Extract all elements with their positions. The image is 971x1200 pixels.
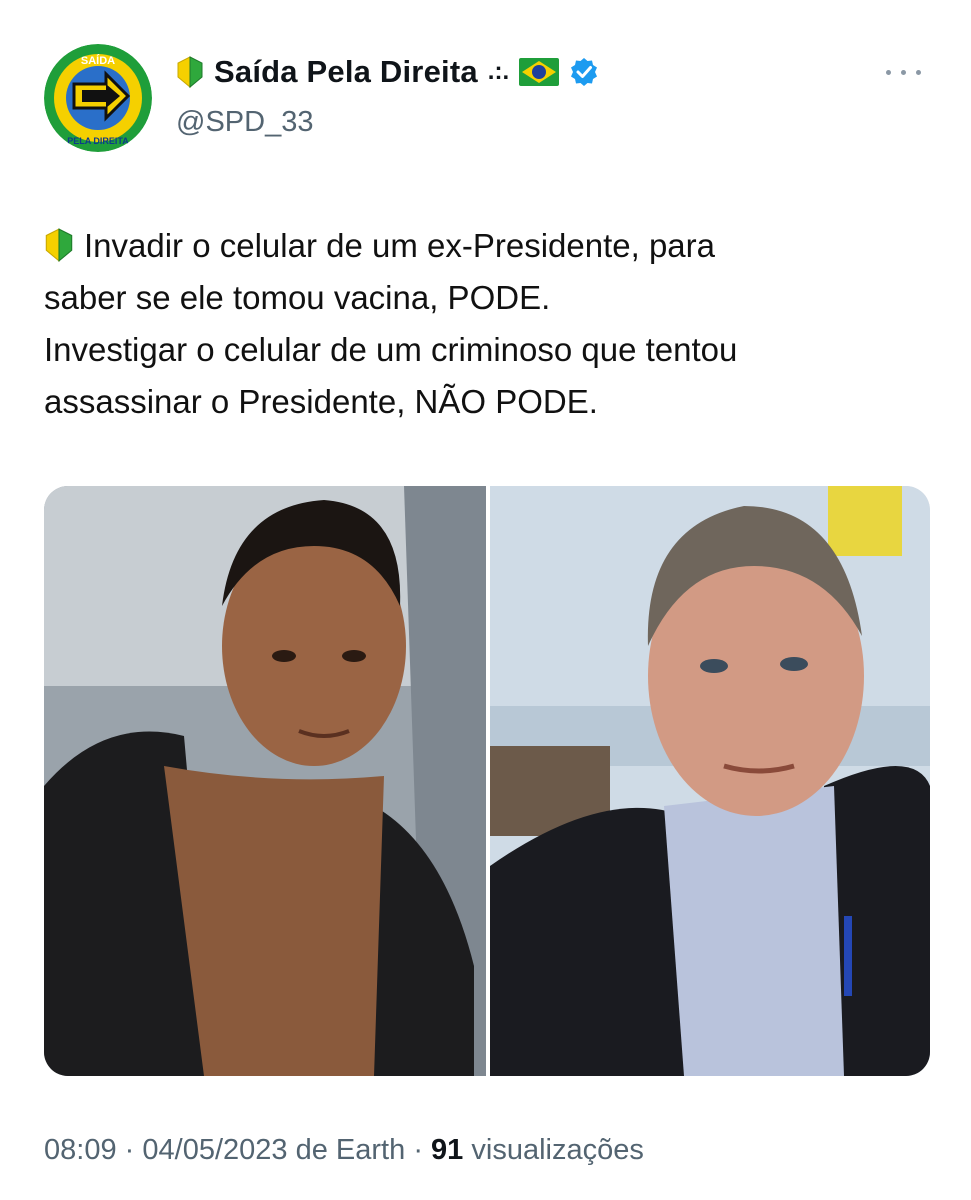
tweet-source: Earth — [335, 1134, 406, 1166]
verified-badge-icon — [571, 58, 598, 86]
tweet-line-2: saber se ele tomou vacina, PODE. — [44, 279, 551, 316]
tweet-line-text: Invadir o celular de um ex-Presidente, p… — [84, 227, 715, 264]
name-suffix: .:. — [487, 58, 510, 85]
tweet-meta: 08:09 · 04/05/2023 de Earth · 91 visuali… — [44, 1134, 644, 1167]
more-dot-icon — [901, 70, 906, 75]
avatar-logo: SAÍDA PELA DIREITA — [44, 44, 152, 152]
tweet-date[interactable]: 04/05/2023 — [142, 1134, 287, 1166]
photo-collage-icon — [44, 486, 930, 1076]
handle[interactable]: @SPD_33 — [176, 106, 313, 139]
meta-separator: · — [124, 1134, 135, 1166]
views-count: 91 — [431, 1134, 464, 1166]
views-label: visualizações — [471, 1134, 644, 1166]
more-dot-icon — [886, 70, 891, 75]
display-name[interactable]: Saída Pela Direita — [214, 54, 478, 90]
avatar[interactable]: SAÍDA PELA DIREITA — [44, 44, 152, 152]
brazil-flag-icon — [519, 58, 560, 86]
tweet-time[interactable]: 08:09 — [44, 1134, 117, 1166]
beginner-shield-icon — [177, 56, 203, 89]
meta-separator: · — [413, 1134, 423, 1166]
tweet-header: SAÍDA PELA DIREITA Saída Pela Direita .:… — [44, 40, 934, 160]
avatar-text-top: SAÍDA — [81, 54, 115, 67]
tweet-line-3: Investigar o celular de um criminoso que… — [44, 331, 738, 368]
more-options-button[interactable] — [882, 62, 926, 82]
tweet-photo[interactable] — [44, 486, 930, 1076]
beginner-shield-icon — [45, 228, 73, 263]
name-row[interactable]: Saída Pela Direita .:. — [176, 54, 599, 90]
tweet-line-1: Invadir o celular de um ex-Presidente, p… — [44, 220, 934, 272]
more-dot-icon — [916, 70, 921, 75]
tweet-text: Invadir o celular de um ex-Presidente, p… — [44, 220, 934, 428]
source-prefix: de — [295, 1134, 328, 1166]
tweet-line-4: assassinar o Presidente, NÃO PODE. — [44, 383, 598, 420]
avatar-text-bottom: PELA DIREITA — [67, 136, 129, 146]
